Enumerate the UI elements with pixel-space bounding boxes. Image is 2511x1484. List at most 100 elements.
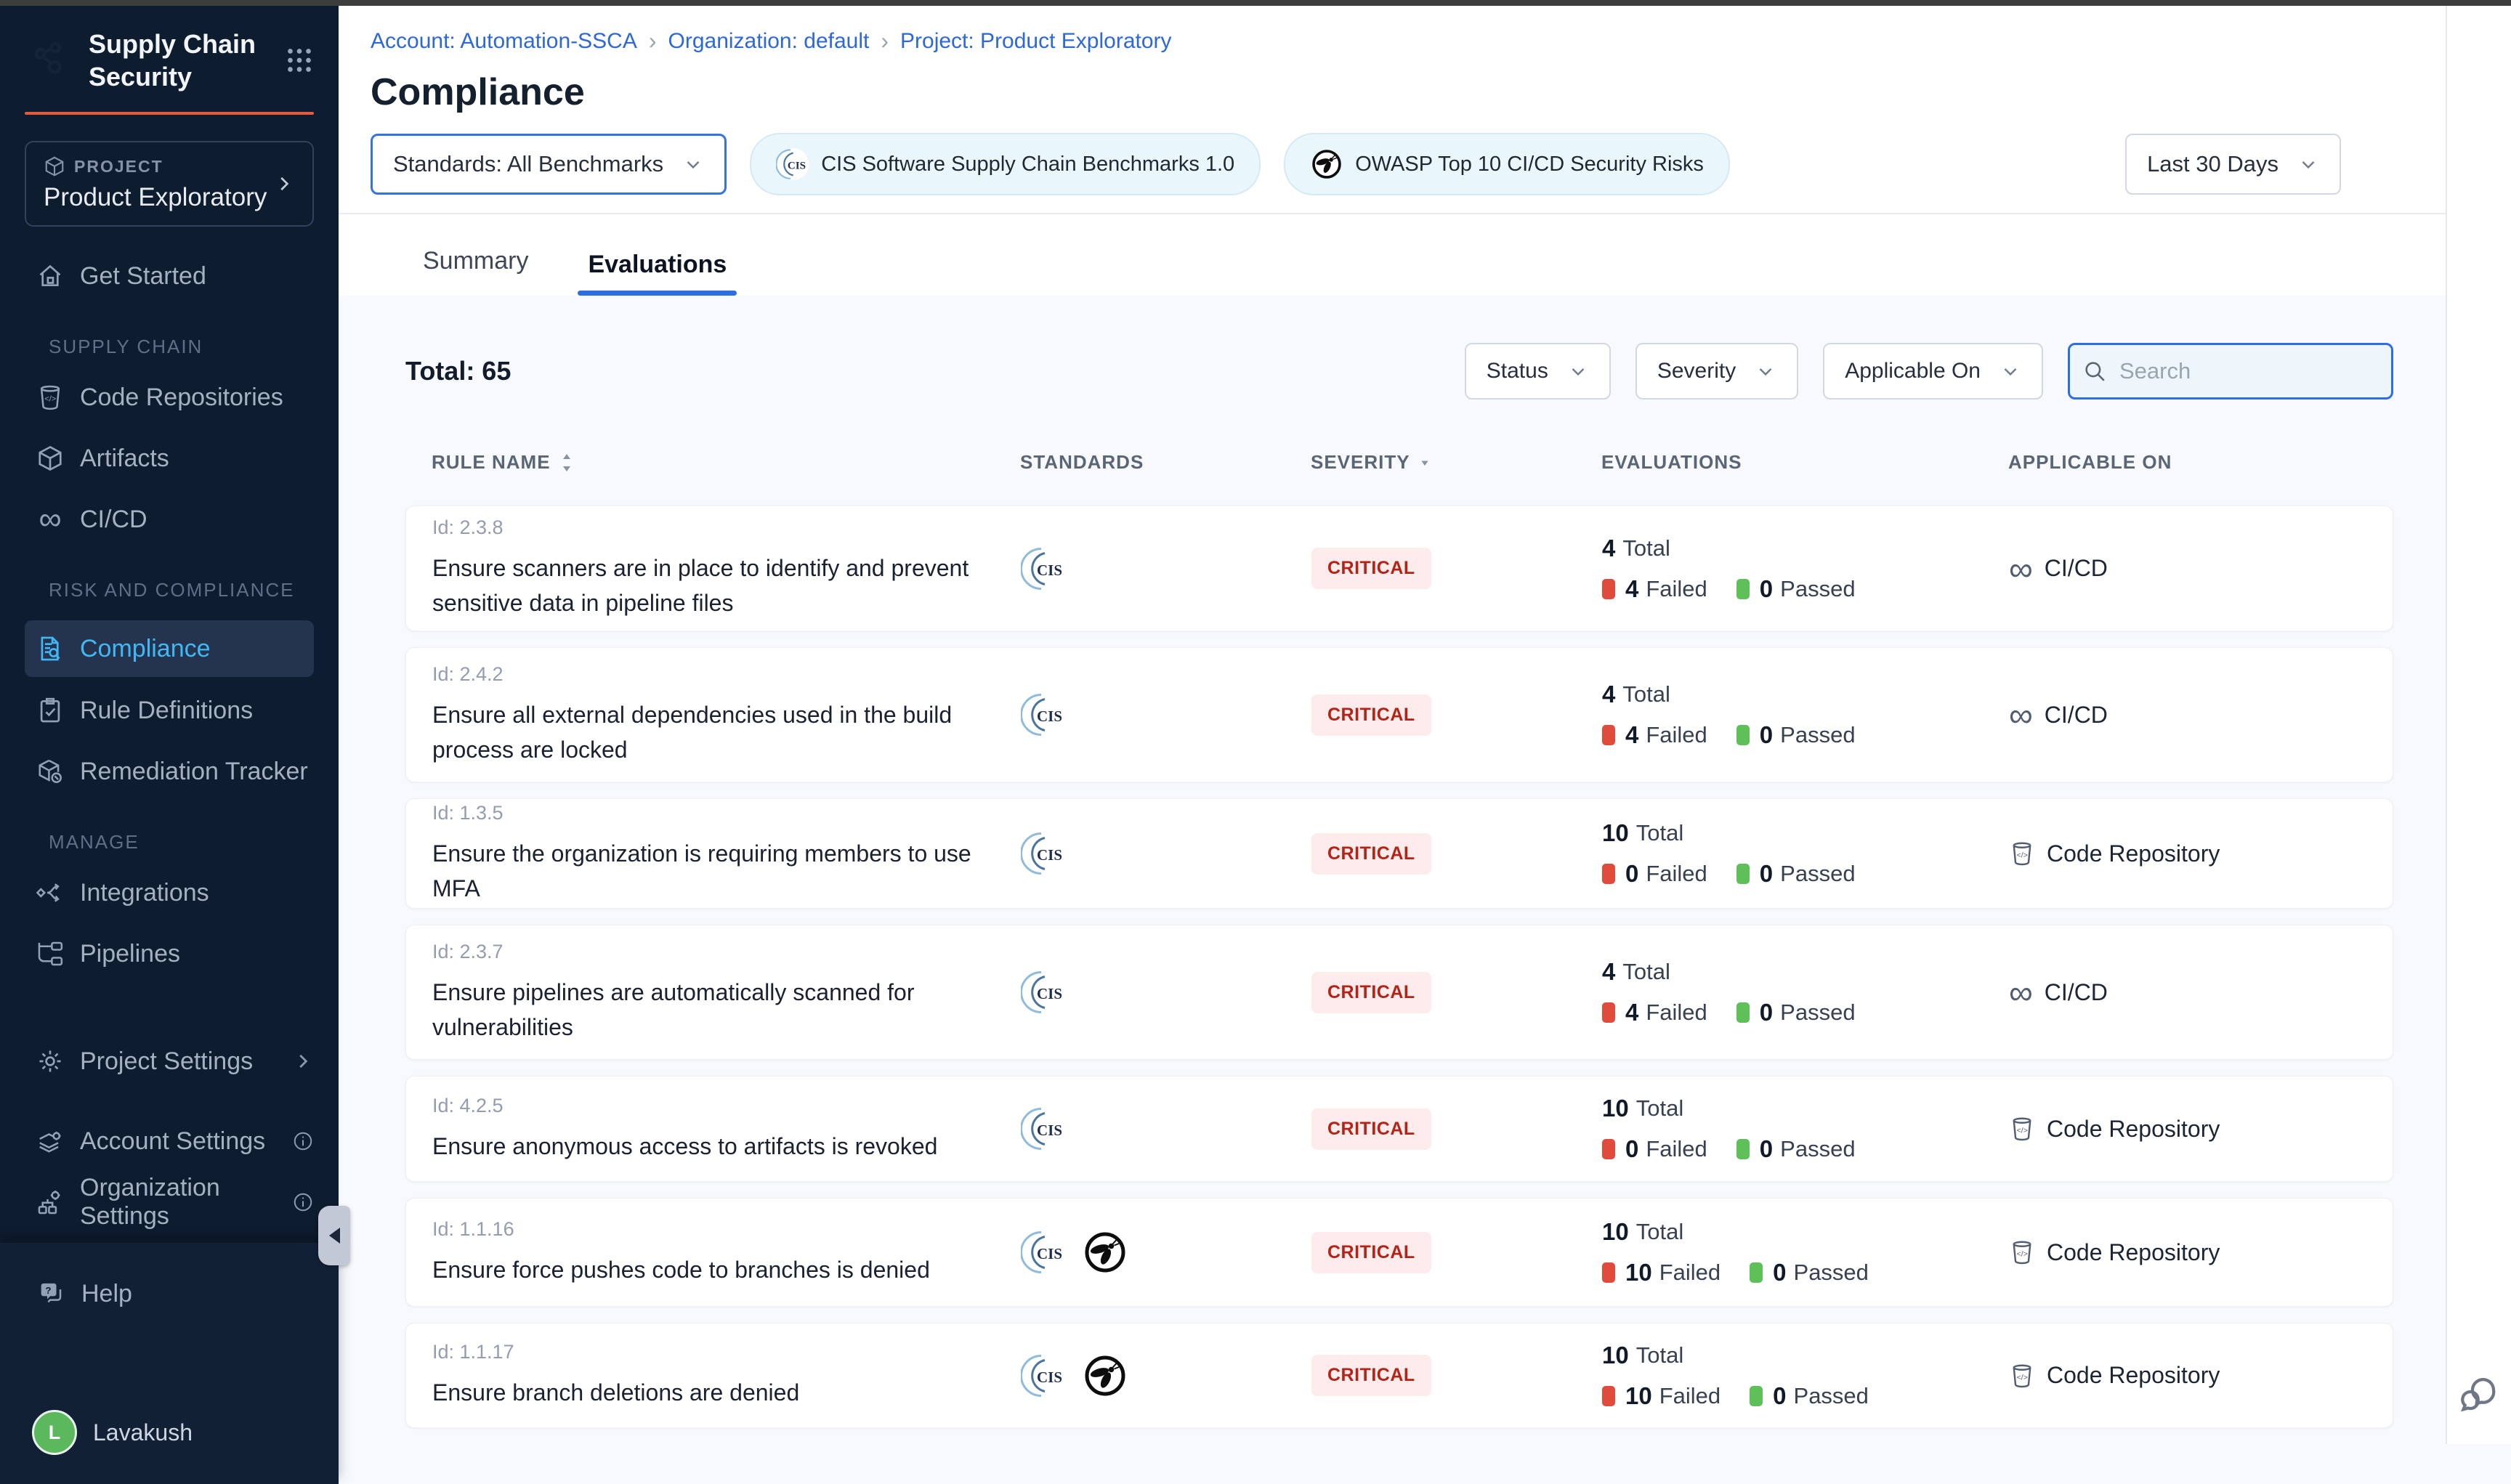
sidebar-item-get-started[interactable]: Get Started bbox=[25, 256, 314, 296]
pipelines-icon bbox=[36, 940, 64, 968]
sort-desc-icon[interactable] bbox=[1418, 455, 1432, 470]
sidebar-item-remediation-tracker[interactable]: Remediation Tracker bbox=[25, 751, 314, 792]
owasp-logo-icon bbox=[1082, 1229, 1128, 1276]
failed-marker bbox=[1602, 864, 1615, 884]
sidebar-item-rule-definitions[interactable]: Rule Definitions bbox=[25, 690, 314, 731]
sidebar: Supply Chain Security PROJECT Product Ex… bbox=[0, 6, 339, 1444]
sidebar-item-label: Get Started bbox=[80, 262, 206, 291]
applicable-on-value: Code Repository bbox=[2047, 1116, 2220, 1143]
standard-chip-owasp[interactable]: OWASP Top 10 CI/CD Security Risks bbox=[1284, 133, 1730, 195]
sidebar-item-code-repositories[interactable]: Code Repositories bbox=[25, 377, 314, 418]
table-row[interactable]: Id: 2.3.7 Ensure pipelines are automatic… bbox=[405, 925, 2393, 1060]
infinity-icon: ∞ bbox=[2009, 979, 2033, 1005]
chat-widget-icon[interactable] bbox=[2457, 1373, 2501, 1416]
sidebar-item-organization-settings[interactable]: Organization Settings bbox=[25, 1182, 314, 1223]
sidebar-item-cicd[interactable]: ∞ CI/CD bbox=[25, 499, 314, 540]
breadcrumb-account[interactable]: Account: Automation-SSCA bbox=[371, 29, 637, 54]
brand-title: Supply Chain Security bbox=[89, 28, 256, 93]
sidebar-item-label: Compliance bbox=[80, 635, 211, 663]
chevron-down-icon bbox=[1567, 360, 1589, 382]
sidebar-item-integrations[interactable]: Integrations bbox=[25, 872, 314, 913]
table-row[interactable]: Id: 2.3.8 Ensure scanners are in place t… bbox=[405, 506, 2393, 631]
info-icon[interactable] bbox=[292, 1191, 314, 1213]
severity-badge: CRITICAL bbox=[1311, 548, 1431, 589]
brand-shield-logo-icon bbox=[25, 33, 73, 87]
chevron-down-icon bbox=[682, 153, 704, 175]
tabs: Summary Evaluations bbox=[339, 214, 2446, 296]
project-label: PROJECT bbox=[74, 157, 163, 177]
standard-chip-cis[interactable]: CIS Software Supply Chain Benchmarks 1.0 bbox=[750, 133, 1261, 195]
info-icon[interactable] bbox=[292, 1130, 314, 1152]
breadcrumb-organization[interactable]: Organization: default bbox=[668, 29, 870, 54]
tab-summary[interactable]: Summary bbox=[418, 240, 533, 296]
tab-evaluations[interactable]: Evaluations bbox=[583, 243, 731, 296]
sidebar-collapse-handle[interactable] bbox=[318, 1206, 350, 1265]
code-repository-icon bbox=[2009, 840, 2035, 867]
cis-logo-icon bbox=[1021, 1353, 1067, 1399]
table-row[interactable]: Id: 4.2.5 Ensure anonymous access to art… bbox=[405, 1076, 2393, 1182]
standards-select[interactable]: Standards: All Benchmarks bbox=[371, 134, 727, 195]
rule-name: Ensure branch deletions are denied bbox=[432, 1375, 992, 1410]
date-range-value: Last 30 Days bbox=[2147, 151, 2278, 177]
table-row[interactable]: Id: 2.4.2 Ensure all external dependenci… bbox=[405, 647, 2393, 782]
sort-icon[interactable] bbox=[558, 452, 575, 474]
accent-divider bbox=[25, 112, 314, 115]
chevron-down-icon bbox=[2297, 153, 2319, 175]
sidebar-item-label: Organization Settings bbox=[80, 1174, 276, 1230]
sidebar-item-project-settings[interactable]: Project Settings bbox=[25, 1041, 314, 1082]
rule-name: Ensure scanners are in place to identify… bbox=[432, 551, 992, 620]
sidebar-item-pipelines[interactable]: Pipelines bbox=[25, 933, 314, 974]
sidebar-item-label: Help bbox=[81, 1280, 132, 1308]
sidebar-item-label: Pipelines bbox=[80, 940, 180, 968]
severity-badge: CRITICAL bbox=[1311, 1108, 1431, 1150]
rule-id: Id: 1.1.17 bbox=[432, 1341, 992, 1363]
org-chart-gear-icon bbox=[36, 1188, 64, 1216]
table-row[interactable]: Id: 1.1.16 Ensure force pushes code to b… bbox=[405, 1198, 2393, 1307]
rule-id: Id: 2.3.7 bbox=[432, 941, 992, 963]
rule-id: Id: 1.3.5 bbox=[432, 802, 992, 824]
main-content: Account: Automation-SSCA › Organization:… bbox=[339, 6, 2446, 1444]
table-row[interactable]: Id: 1.3.5 Ensure the organization is req… bbox=[405, 798, 2393, 909]
breadcrumb-project[interactable]: Project: Product Exploratory bbox=[900, 29, 1172, 54]
rule-name: Ensure anonymous access to artifacts is … bbox=[432, 1129, 992, 1164]
search-input[interactable] bbox=[2068, 343, 2393, 400]
column-header-rule-name[interactable]: RULE NAME bbox=[432, 451, 1020, 474]
cis-logo-icon bbox=[1021, 1229, 1067, 1276]
cis-logo-icon bbox=[776, 147, 809, 181]
cis-logo-icon bbox=[1021, 969, 1067, 1015]
column-header-evaluations: EVALUATIONS bbox=[1601, 451, 2008, 474]
sidebar-item-label: Code Repositories bbox=[80, 384, 283, 412]
passed-marker bbox=[1736, 864, 1750, 884]
breadcrumb-separator: › bbox=[881, 28, 889, 54]
user-menu[interactable]: L Lavakush bbox=[25, 1410, 314, 1455]
date-range-select[interactable]: Last 30 Days bbox=[2125, 134, 2341, 195]
sidebar-item-artifacts[interactable]: Artifacts bbox=[25, 438, 314, 479]
applicable-on-value: Code Repository bbox=[2047, 1239, 2220, 1266]
severity-filter-select[interactable]: Severity bbox=[1635, 343, 1798, 400]
severity-badge: CRITICAL bbox=[1311, 694, 1431, 736]
sidebar-item-label: Project Settings bbox=[80, 1047, 253, 1076]
help-chat-icon bbox=[36, 1279, 65, 1308]
active-tab-underline bbox=[578, 291, 737, 296]
section-label-manage: MANAGE bbox=[49, 831, 314, 853]
breadcrumb-separator: › bbox=[649, 28, 657, 54]
project-selector[interactable]: PROJECT Product Exploratory bbox=[25, 141, 314, 227]
rule-id: Id: 2.4.2 bbox=[432, 663, 992, 686]
status-filter-select[interactable]: Status bbox=[1465, 343, 1611, 400]
sidebar-item-account-settings[interactable]: Account Settings bbox=[25, 1121, 314, 1161]
chip-label: OWASP Top 10 CI/CD Security Risks bbox=[1355, 153, 1704, 177]
code-repository-icon bbox=[36, 384, 64, 411]
table-row[interactable]: Id: 1.1.17 Ensure branch deletions are d… bbox=[405, 1323, 2393, 1428]
applicable-on-filter-select[interactable]: Applicable On bbox=[1823, 343, 2043, 400]
failed-marker bbox=[1602, 579, 1615, 599]
app-grid-menu-icon[interactable] bbox=[285, 46, 314, 75]
sidebar-item-compliance[interactable]: Compliance bbox=[25, 620, 314, 677]
applicable-on-value: Code Repository bbox=[2047, 1362, 2220, 1389]
sidebar-item-help[interactable]: Help bbox=[25, 1279, 314, 1308]
applicable-on-value: CI/CD bbox=[2045, 702, 2108, 729]
cis-logo-icon bbox=[1021, 692, 1067, 738]
avatar: L bbox=[32, 1410, 77, 1455]
column-header-severity[interactable]: SEVERITY bbox=[1311, 451, 1601, 474]
box-wrench-icon bbox=[36, 758, 64, 785]
column-header-standards: STANDARDS bbox=[1020, 451, 1311, 474]
